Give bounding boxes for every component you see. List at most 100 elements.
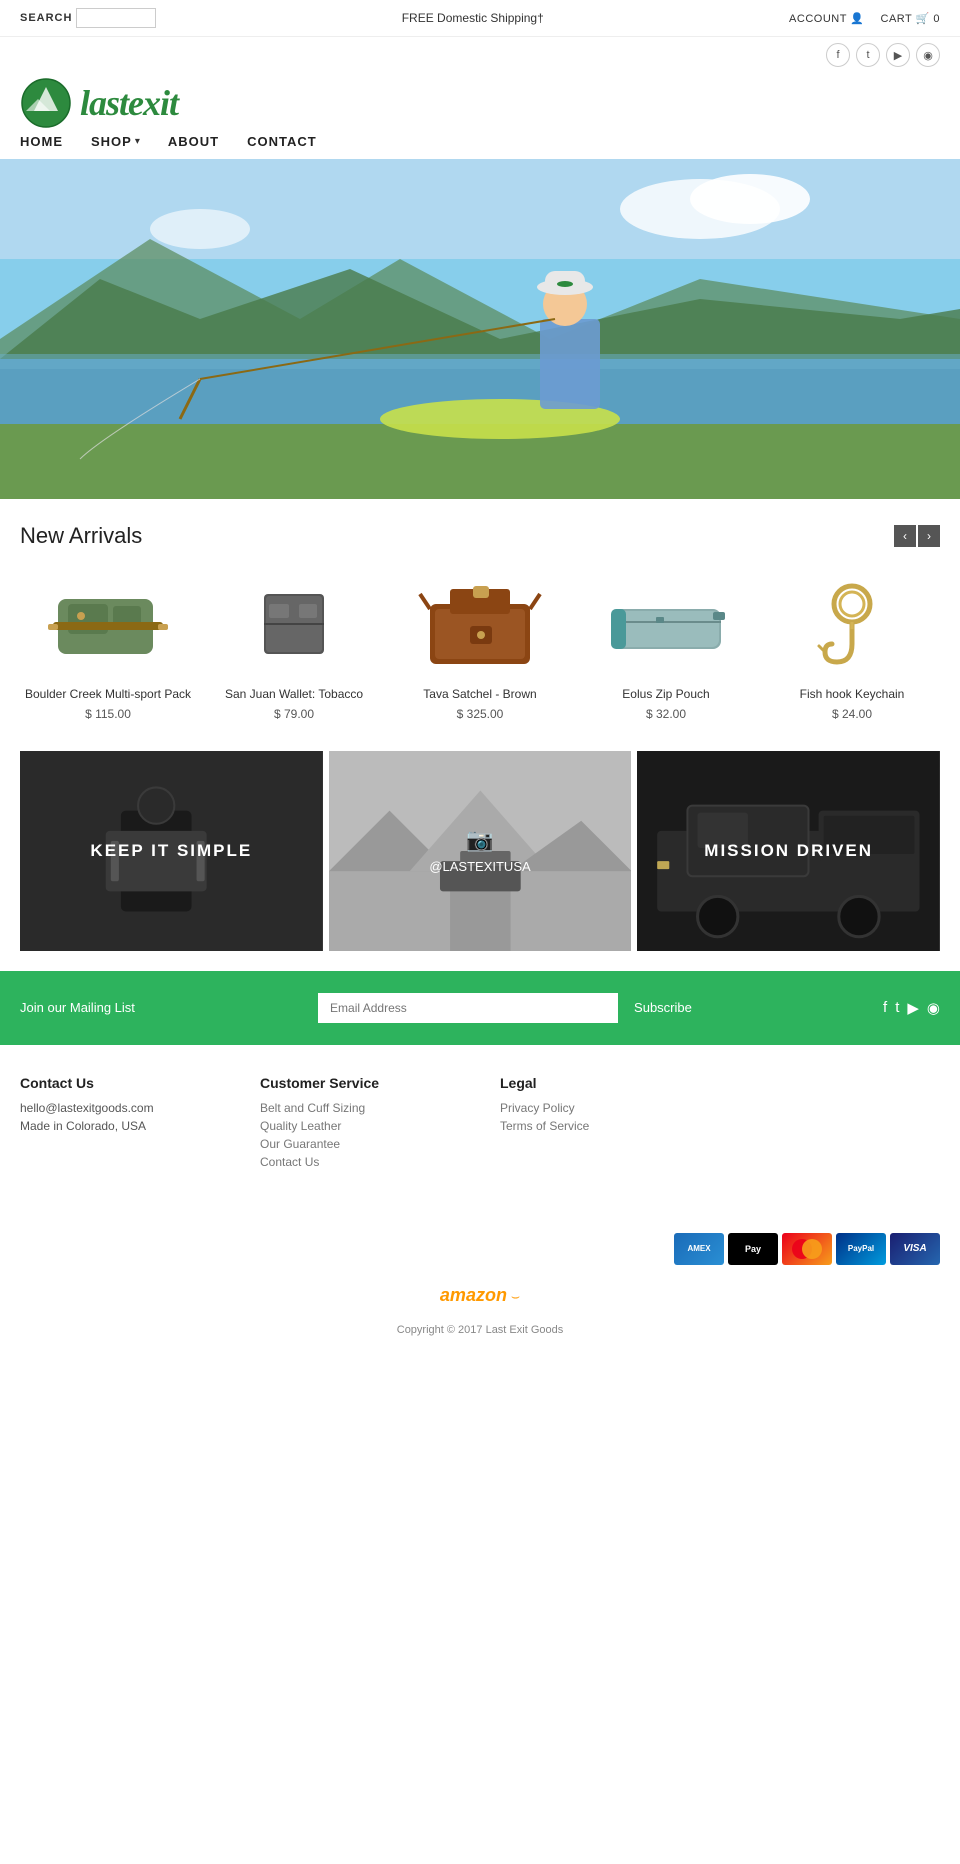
hero-banner xyxy=(0,159,960,499)
promo-instagram[interactable]: 📷 @LASTEXITUSA xyxy=(329,751,632,951)
mission-driven-text: MISSION DRIVEN xyxy=(637,751,940,951)
fish-hook-keychain-image xyxy=(787,574,917,674)
cs-guarantee[interactable]: Our Guarantee xyxy=(260,1137,460,1151)
promo-keep-simple[interactable]: KEEP IT SIMPLE xyxy=(20,751,323,951)
instagram-icon[interactable]: ◉ xyxy=(916,43,940,67)
twitter-icon[interactable]: t xyxy=(856,43,880,67)
new-arrivals-title: New Arrivals xyxy=(20,523,142,549)
mailing-form: Subscribe xyxy=(259,993,759,1023)
facebook-icon[interactable]: f xyxy=(826,43,850,67)
product-boulder-name: Boulder Creek Multi-sport Pack xyxy=(20,687,196,703)
search-input[interactable] xyxy=(76,8,156,28)
product-hook-price: $ 24.00 xyxy=(764,707,940,721)
customer-service-title: Customer Service xyxy=(260,1075,460,1091)
section-header: New Arrivals ‹ › xyxy=(20,523,940,549)
copyright: Copyright © 2017 Last Exit Goods xyxy=(0,1316,960,1344)
payment-icons: AMEX Pay PayPal VISA xyxy=(674,1233,940,1265)
nav-shop[interactable]: SHOP ▾ xyxy=(91,134,140,149)
mailing-twitter-icon[interactable]: t xyxy=(895,999,899,1016)
product-wallet[interactable]: San Juan Wallet: Tobacco $ 79.00 xyxy=(206,569,382,721)
product-satchel-img xyxy=(392,569,568,679)
product-satchel-name: Tava Satchel - Brown xyxy=(392,687,568,703)
footer-customer-service: Customer Service Belt and Cuff Sizing Qu… xyxy=(260,1075,460,1173)
payment-area: AMEX Pay PayPal VISA xyxy=(0,1213,960,1275)
footer-columns: Contact Us hello@lastexitgoods.com Made … xyxy=(20,1075,940,1173)
subscribe-button[interactable]: Subscribe xyxy=(626,993,700,1023)
paypal-icon: PayPal xyxy=(836,1233,886,1265)
shipping-notice: FREE Domestic Shipping† xyxy=(402,11,544,25)
carousel-nav[interactable]: ‹ › xyxy=(894,525,940,547)
amazon-logo[interactable]: amazon ⌣ xyxy=(440,1285,520,1306)
legal-privacy[interactable]: Privacy Policy xyxy=(500,1101,700,1115)
promo-mission-driven[interactable]: MISSION DRIVEN xyxy=(637,751,940,951)
footer-legal: Legal Privacy Policy Terms of Service xyxy=(500,1075,700,1173)
logo-icon xyxy=(20,77,72,129)
email-input[interactable] xyxy=(318,993,618,1023)
youtube-icon[interactable]: ▶ xyxy=(886,43,910,67)
cart-link[interactable]: CART 🛒 0 xyxy=(881,12,940,25)
boulder-creek-image xyxy=(43,574,173,674)
product-pouch-img xyxy=(578,569,754,679)
nav-about[interactable]: ABOUT xyxy=(168,134,219,149)
san-juan-wallet-image xyxy=(249,574,339,674)
cs-belt-sizing[interactable]: Belt and Cuff Sizing xyxy=(260,1101,460,1115)
product-hook[interactable]: Fish hook Keychain $ 24.00 xyxy=(764,569,940,721)
product-boulder[interactable]: Boulder Creek Multi-sport Pack $ 115.00 xyxy=(20,569,196,721)
legal-title: Legal xyxy=(500,1075,700,1091)
visa-icon: VISA xyxy=(890,1233,940,1265)
account-link[interactable]: ACCOUNT 👤 xyxy=(789,12,864,25)
amex-icon: AMEX xyxy=(674,1233,724,1265)
promo-banners: KEEP IT SIMPLE 📷 @LASTEXITUSA xyxy=(0,731,960,971)
product-satchel-price: $ 325.00 xyxy=(392,707,568,721)
logo-text: lastexit xyxy=(80,82,178,124)
instagram-camera-icon: 📷 xyxy=(466,827,493,853)
contact-location: Made in Colorado, USA xyxy=(20,1119,220,1133)
nav-home[interactable]: HOME xyxy=(20,134,63,149)
header: lastexit xyxy=(0,67,960,134)
main-nav: HOME SHOP ▾ ABOUT CONTACT xyxy=(0,134,960,159)
eolus-zip-pouch-image xyxy=(601,574,731,674)
product-boulder-img xyxy=(20,569,196,679)
product-hook-img xyxy=(764,569,940,679)
logo[interactable]: lastexit xyxy=(20,77,178,129)
product-hook-name: Fish hook Keychain xyxy=(764,687,940,703)
footer-spacer xyxy=(740,1075,940,1173)
mailing-facebook-icon[interactable]: f xyxy=(883,999,887,1016)
search-box[interactable]: SEARCH xyxy=(20,8,156,28)
prev-arrow[interactable]: ‹ xyxy=(894,525,916,547)
mailing-label: Join our Mailing List xyxy=(20,1000,135,1015)
product-pouch-name: Eolus Zip Pouch xyxy=(578,687,754,703)
product-wallet-name: San Juan Wallet: Tobacco xyxy=(206,687,382,703)
cs-contact[interactable]: Contact Us xyxy=(260,1155,460,1169)
apple-pay-icon: Pay xyxy=(728,1233,778,1265)
shop-chevron-icon: ▾ xyxy=(135,136,140,147)
contact-title: Contact Us xyxy=(20,1075,220,1091)
product-pouch[interactable]: Eolus Zip Pouch $ 32.00 xyxy=(578,569,754,721)
top-bar: SEARCH FREE Domestic Shipping† ACCOUNT 👤… xyxy=(0,0,960,37)
footer: Contact Us hello@lastexitgoods.com Made … xyxy=(0,1045,960,1213)
contact-email: hello@lastexitgoods.com xyxy=(20,1101,220,1115)
instagram-content: 📷 @LASTEXITUSA xyxy=(329,751,632,951)
search-label: SEARCH xyxy=(20,12,72,24)
amazon-area: amazon ⌣ xyxy=(0,1275,960,1316)
hero-image xyxy=(0,159,960,499)
mailing-section: Join our Mailing List Subscribe f t ▶ ◉ xyxy=(0,971,960,1045)
keep-simple-text: KEEP IT SIMPLE xyxy=(20,751,323,951)
product-boulder-price: $ 115.00 xyxy=(20,707,196,721)
nav-contact[interactable]: CONTACT xyxy=(247,134,317,149)
next-arrow[interactable]: › xyxy=(918,525,940,547)
mailing-social-icons: f t ▶ ◉ xyxy=(883,999,940,1017)
top-bar-right: ACCOUNT 👤 CART 🛒 0 xyxy=(789,12,940,25)
cs-quality-leather[interactable]: Quality Leather xyxy=(260,1119,460,1133)
mastercard-icon xyxy=(782,1233,832,1265)
legal-terms[interactable]: Terms of Service xyxy=(500,1119,700,1133)
instagram-handle: @LASTEXITUSA xyxy=(429,859,530,874)
product-satchel[interactable]: Tava Satchel - Brown $ 325.00 xyxy=(392,569,568,721)
social-icons-row: f t ▶ ◉ xyxy=(0,37,960,67)
product-pouch-price: $ 32.00 xyxy=(578,707,754,721)
mailing-youtube-icon[interactable]: ▶ xyxy=(907,999,919,1017)
product-wallet-price: $ 79.00 xyxy=(206,707,382,721)
mailing-instagram-icon[interactable]: ◉ xyxy=(927,999,940,1017)
footer-contact: Contact Us hello@lastexitgoods.com Made … xyxy=(20,1075,220,1173)
product-wallet-img xyxy=(206,569,382,679)
